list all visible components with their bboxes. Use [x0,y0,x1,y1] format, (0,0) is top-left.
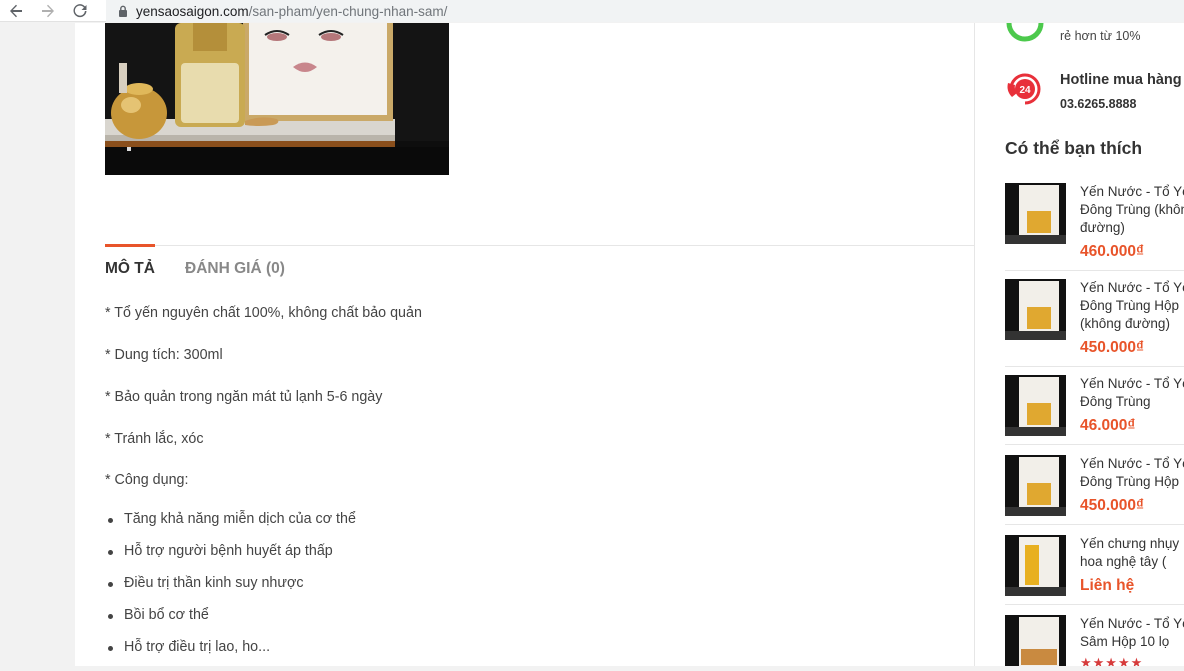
product-name[interactable]: Yến Nước - Tổ Yến Đông Trùng [1080,375,1184,411]
description-line: * Dung tích: 300ml [105,347,223,363]
product-thumbnail[interactable] [1005,375,1066,436]
product-thumbnail[interactable] [1005,455,1066,516]
url-host: yensaosaigon.com [136,3,249,19]
product-price: 450.000₫ [1080,497,1144,514]
list-item: Điều trị thần kinh suy nhược [105,575,356,607]
discount-icon [1005,23,1045,50]
list-item: Hỗ trợ người bệnh huyết áp thấp [105,543,356,575]
hotline-phone[interactable]: 03.6265.8888 [1060,97,1136,111]
lock-icon [118,5,128,17]
product-name[interactable]: Yến Nước - Tổ Yến Đông Trùng Hộp (không … [1080,279,1184,333]
product-price: 450.000₫ [1080,339,1144,356]
list-item: Hỗ trợ điều trị lao, ho... [105,639,356,671]
url-path: /san-pham/yen-chung-nhan-sam/ [248,3,448,19]
product-name[interactable]: Yến chưng nhụy hoa nghệ tây ( Saffron) [1080,535,1184,571]
description-line: * Công dụng: [105,472,189,488]
related-product[interactable]: Yến Nước - Tổ Yến Đông Trùng Hộp 450.000… [1005,455,1184,525]
reload-icon[interactable] [64,0,96,22]
product-price: 460.000₫ [1080,243,1144,260]
list-item: Bồi bổ cơ thể [105,607,356,639]
product-thumbnail[interactable] [1005,615,1066,666]
product-name[interactable]: Yến Nước - Tổ Yến Đông Trùng Hộp [1080,455,1184,491]
tab-reviews[interactable]: ĐÁNH GIÁ (0) [185,246,285,292]
product-tabs: MÔ TẢ ĐÁNH GIÁ (0) [105,244,974,293]
related-product[interactable]: Yến chưng nhụy hoa nghệ tây ( Saffron) L… [1005,535,1184,605]
product-thumbnail[interactable] [1005,535,1066,596]
rating-stars: ★★★★★ [1080,655,1144,666]
product-price: Liên hệ [1080,577,1135,594]
hotline-title: Hotline mua hàng [1060,72,1182,88]
browser-toolbar: yensaosaigon.com/san-pham/yen-chung-nhan… [0,0,1184,22]
related-product[interactable]: Yến Nước - Tổ Yến Đông Trùng 46.000₫ [1005,375,1184,445]
hotline-badge: 24 [1019,85,1031,96]
product-thumbnail[interactable] [1005,183,1066,244]
product-main: MÔ TẢ ĐÁNH GIÁ (0) * Tổ yến nguyên chất … [75,23,974,666]
related-product[interactable]: Yến Nước - Tổ Yến Đông Trùng (không đườn… [1005,183,1184,271]
description-line: * Tránh lắc, xóc [105,431,204,447]
back-icon[interactable] [0,0,32,22]
related-product[interactable]: Yến Nước - Tổ Yến Đông Trùng Hộp (không … [1005,279,1184,367]
address-bar[interactable]: yensaosaigon.com/san-pham/yen-chung-nhan… [106,0,1184,22]
list-item: Tăng khả năng miễn dịch của cơ thể [105,511,356,543]
description-line: * Bảo quản trong ngăn mát tủ lạnh 5-6 ng… [105,389,383,405]
benefits-list: Tăng khả năng miễn dịch của cơ thể Hỗ tr… [105,511,356,671]
related-products-title: Có thể bạn thích [1005,138,1143,158]
product-price: 46.000₫ [1080,417,1136,434]
related-product[interactable]: Yến Nước - Tổ Yến Sâm Hộp 10 lọ ★★★★★ [1005,615,1184,666]
hotline-24h-icon: 24 [1005,69,1045,109]
product-image[interactable] [105,23,449,175]
forward-icon[interactable] [32,0,64,22]
product-thumbnail[interactable] [1005,279,1066,340]
description-line: * Tổ yến nguyên chất 100%, không chất bả… [105,305,422,321]
product-name[interactable]: Yến Nước - Tổ Yến Đông Trùng (không đườn… [1080,183,1184,237]
tab-description[interactable]: MÔ TẢ [105,244,155,292]
sidebar: rẻ hơn từ 10% 24 Hotline mua hàng 03.626… [974,23,1184,666]
page: MÔ TẢ ĐÁNH GIÁ (0) * Tổ yến nguyên chất … [75,23,1184,666]
promo-text: rẻ hơn từ 10% [1060,29,1141,43]
product-name[interactable]: Yến Nước - Tổ Yến Sâm Hộp 10 lọ [1080,615,1184,651]
